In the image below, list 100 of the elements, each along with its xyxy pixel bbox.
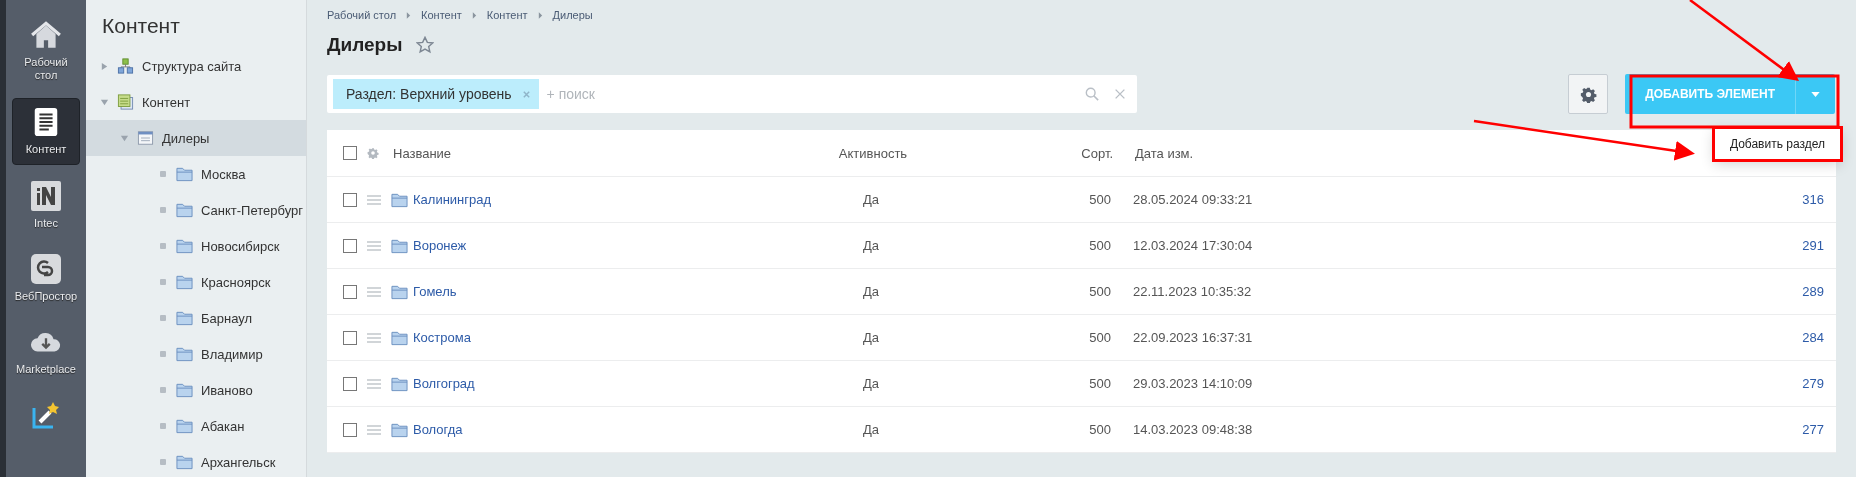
menu-item[interactable]: Добавить раздел (1729, 137, 1825, 151)
row-checkbox[interactable] (343, 284, 357, 299)
drag-handle-icon[interactable] (367, 286, 381, 297)
section-link[interactable]: Волгоград (413, 376, 475, 391)
folder-icon (391, 191, 408, 208)
row-checkbox[interactable] (343, 330, 357, 345)
tree-item[interactable]: Москва (86, 156, 306, 192)
table-cell-text: Да (861, 284, 880, 299)
bullet-icon (160, 243, 166, 249)
settings-button[interactable] (1568, 74, 1609, 114)
tree-item[interactable]: Владимир (86, 336, 306, 372)
remove-tag-icon[interactable] (521, 89, 531, 99)
table-cell-text: 22.09.2023 16:37:31 (1132, 330, 1254, 345)
folder-icon (176, 310, 193, 326)
section-link[interactable]: Гомель (413, 284, 457, 299)
breadcrumb-link[interactable]: Контент (486, 9, 528, 21)
caret-icon (1811, 91, 1820, 97)
table-cell-text: Да (861, 238, 880, 253)
drag-handle-icon[interactable] (367, 424, 381, 435)
table-cell-text: 14.03.2023 09:48:38 (1132, 422, 1254, 437)
tree-item[interactable]: Новосибирск (86, 228, 306, 264)
bullet-icon (160, 279, 166, 285)
table-cell-text: 500 (1088, 376, 1111, 391)
window-icon (137, 130, 154, 146)
id-link[interactable]: 291 (1333, 238, 1836, 253)
table-cell-text: 500 (1088, 422, 1111, 437)
folder-icon (176, 274, 193, 290)
main-menu-item[interactable]: Контент (12, 98, 80, 165)
select-all-checkbox[interactable] (343, 146, 357, 160)
tree-item[interactable]: Дилеры (86, 120, 306, 156)
row-checkbox[interactable] (343, 192, 357, 207)
tree-item[interactable]: Абакан (86, 408, 306, 444)
id-link[interactable]: 277 (1333, 422, 1836, 437)
main-menu-item[interactable]: Intec (12, 173, 80, 238)
table-cell-text: Да (861, 192, 880, 207)
section-link[interactable]: Калининград (413, 192, 492, 207)
id-link[interactable]: 284 (1333, 330, 1836, 345)
filter-field[interactable]: Раздел: Верхний уровень + поиск (327, 75, 1137, 113)
breadcrumb-separator-icon (471, 11, 477, 19)
row-checkbox[interactable] (343, 238, 357, 253)
table-cell-text: Да (861, 376, 880, 391)
table-cell-text: Да (861, 422, 880, 437)
section-link[interactable]: Кострома (413, 330, 471, 345)
document-stack-icon (117, 94, 134, 110)
clear-icon[interactable] (1113, 87, 1127, 101)
section-link[interactable]: Вологда (413, 422, 463, 437)
drag-handle-icon[interactable] (367, 194, 381, 205)
id-link[interactable]: 279 (1333, 376, 1836, 391)
search-icon[interactable] (1085, 87, 1099, 101)
main-menu-item[interactable]: Рабочий стол (12, 12, 80, 90)
breadcrumb-link[interactable]: Рабочий стол (327, 9, 397, 21)
tree-item[interactable]: Структура сайта (86, 48, 306, 84)
tree-item[interactable]: Архангельск (86, 444, 306, 477)
bullet-icon (160, 315, 166, 321)
tree-item[interactable]: Иваново (86, 372, 306, 408)
expand-arrow-icon[interactable] (100, 61, 109, 71)
row-checkbox[interactable] (343, 422, 357, 437)
column-header[interactable]: Активность (783, 145, 963, 161)
folder-icon (176, 238, 193, 254)
tree-item[interactable]: Барнаул (86, 300, 306, 336)
row-checkbox[interactable] (343, 376, 357, 391)
panel-title: Контент (101, 13, 181, 39)
folder-icon (391, 375, 408, 392)
main-menu-item[interactable]: ВебПростор (12, 246, 80, 311)
sitemap-icon (117, 58, 134, 74)
folder-icon (176, 454, 193, 470)
folder-icon (176, 418, 193, 434)
id-link[interactable]: 316 (1333, 192, 1836, 207)
id-link[interactable]: 289 (1333, 284, 1836, 299)
breadcrumb-link[interactable]: Дилеры (552, 9, 593, 21)
collapse-arrow-icon[interactable] (100, 97, 109, 107)
collapse-arrow-icon[interactable] (120, 133, 129, 143)
star-icon[interactable] (416, 36, 435, 54)
filter-tag: Раздел: Верхний уровень (333, 79, 539, 109)
drag-handle-icon[interactable] (367, 378, 381, 389)
folder-icon (176, 346, 193, 362)
bullet-icon (160, 351, 166, 357)
drag-handle-icon[interactable] (367, 240, 381, 251)
folder-icon (391, 329, 408, 346)
folder-icon (391, 237, 408, 254)
table-cell-text: 12.03.2024 17:30:04 (1132, 238, 1254, 253)
table-cell-text: 500 (1088, 330, 1111, 345)
column-header[interactable]: Сорт. (963, 145, 1113, 161)
tree-item[interactable]: Контент (86, 84, 306, 120)
settings-icon (1579, 85, 1597, 103)
folder-icon (391, 283, 408, 300)
breadcrumb-link[interactable]: Контент (421, 9, 462, 21)
tree-item[interactable]: Красноярск (86, 264, 306, 300)
column-header[interactable]: Дата изм. (1113, 145, 1335, 161)
section-link[interactable]: Воронеж (413, 238, 467, 253)
dropdown-button[interactable] (1795, 74, 1835, 114)
tree-item[interactable]: Санкт-Петербург (86, 192, 306, 228)
house-icon (30, 20, 62, 50)
column-header[interactable]: Название (393, 145, 783, 161)
settings-icon[interactable] (367, 147, 379, 159)
wp-logo-icon (30, 254, 62, 284)
bullet-icon (160, 387, 166, 393)
folder-icon (176, 166, 193, 182)
drag-handle-icon[interactable] (367, 332, 381, 343)
main-menu-item[interactable]: Marketplace (12, 319, 80, 384)
